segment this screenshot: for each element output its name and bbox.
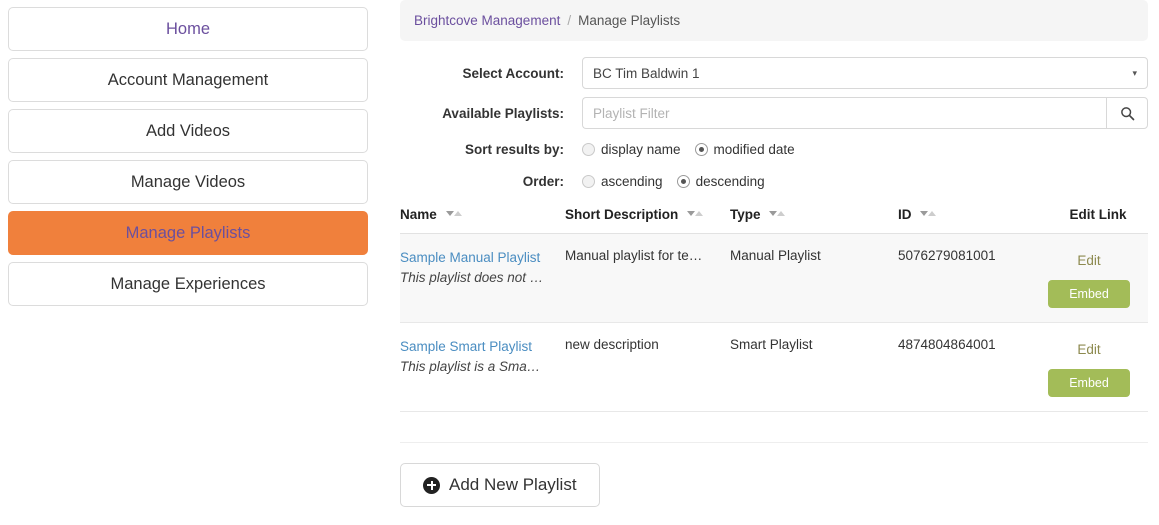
edit-link[interactable]: Edit: [1077, 342, 1100, 357]
sidebar-item-label: Manage Experiences: [110, 274, 266, 293]
sidebar-item-add-videos[interactable]: Add Videos: [8, 109, 368, 153]
radio-indicator-icon: [582, 174, 595, 188]
select-account-row: Select Account: BC Tim Baldwin 1 ▾: [400, 57, 1148, 89]
column-header-label: Type: [730, 207, 761, 222]
add-new-playlist-label: Add New Playlist: [449, 475, 577, 494]
cell-type: Smart Playlist: [730, 322, 898, 412]
radio-sort-modified-date[interactable]: modified date: [694, 141, 795, 157]
main-content: Brightcove Management / Manage Playlists…: [400, 0, 1148, 507]
playlist-name-link[interactable]: Sample Smart Playlist: [400, 337, 555, 357]
breadcrumb: Brightcove Management / Manage Playlists: [400, 0, 1148, 41]
playlists-table-body: Sample Manual Playlist This playlist doe…: [400, 233, 1148, 412]
sidebar-nav: Home Account Management Add Videos Manag…: [8, 7, 368, 313]
table-header-row: Name Short Description Type ID Edit Link: [400, 207, 1148, 234]
playlist-filter-form: Select Account: BC Tim Baldwin 1 ▾ Avail…: [400, 57, 1148, 193]
sort-results-by-label: Sort results by:: [464, 141, 564, 157]
sidebar-item-manage-playlists[interactable]: Manage Playlists: [8, 211, 368, 255]
add-new-playlist-button[interactable]: Add New Playlist: [400, 463, 600, 507]
search-icon: [1120, 106, 1135, 121]
select-account-value: BC Tim Baldwin 1: [593, 65, 700, 81]
cell-name: Sample Smart Playlist This playlist is a…: [400, 322, 565, 412]
sidebar-item-account-management[interactable]: Account Management: [8, 58, 368, 102]
cell-edit-link: Edit Embed: [1048, 322, 1148, 412]
column-header-id[interactable]: ID: [898, 207, 1048, 234]
playlist-subtitle: This playlist is a Sma…: [400, 358, 541, 374]
column-header-edit-link: Edit Link: [1048, 207, 1148, 234]
table-row: Sample Smart Playlist This playlist is a…: [400, 322, 1148, 412]
radio-label: ascending: [601, 173, 663, 189]
manage-playlists-page: Home Account Management Add Videos Manag…: [0, 0, 1159, 525]
playlist-subtitle: This playlist does not …: [400, 269, 544, 285]
column-header-label: Name: [400, 207, 437, 222]
embed-button[interactable]: Embed: [1048, 369, 1130, 397]
radio-indicator-icon: [582, 142, 595, 156]
order-row: Order: ascending descending: [400, 169, 1148, 193]
order-label: Order:: [522, 173, 564, 189]
breadcrumb-root-link[interactable]: Brightcove Management: [414, 13, 560, 28]
breadcrumb-current: Manage Playlists: [578, 13, 681, 28]
available-playlists-row: Available Playlists:: [400, 97, 1148, 129]
sidebar-item-label: Home: [165, 19, 210, 38]
radio-order-descending[interactable]: descending: [676, 173, 765, 189]
cell-id: 4874804864001: [898, 322, 1048, 412]
sidebar-item-manage-videos[interactable]: Manage Videos: [8, 160, 368, 204]
column-header-label: Short Description: [565, 207, 679, 222]
playlists-table-header: Name Short Description Type ID Edit Link: [400, 207, 1148, 234]
radio-sort-display-name[interactable]: display name: [582, 142, 681, 157]
sidebar-item-label: Add Videos: [145, 121, 231, 140]
column-header-label: ID: [898, 207, 912, 222]
select-account-dropdown[interactable]: BC Tim Baldwin 1 ▾: [582, 57, 1148, 89]
column-header-label: Edit Link: [1069, 207, 1127, 222]
available-playlists-label: Available Playlists:: [442, 105, 564, 121]
cell-id: 5076279081001: [898, 233, 1048, 323]
cell-type: Manual Playlist: [730, 233, 898, 323]
plus-circle-icon: [423, 476, 440, 494]
radio-label: descending: [695, 173, 765, 189]
sort-results-by-row: Sort results by: display name modified d…: [400, 137, 1148, 161]
search-button[interactable]: [1106, 97, 1148, 129]
footer-divider: [400, 442, 1148, 443]
playlists-table: Name Short Description Type ID Edit Link…: [400, 207, 1148, 412]
sort-arrows-icon[interactable]: [920, 209, 937, 218]
playlist-filter-group: [582, 97, 1148, 129]
cell-short-description: new description: [565, 322, 730, 412]
cell-name: Sample Manual Playlist This playlist doe…: [400, 233, 565, 323]
sort-arrows-icon[interactable]: [769, 209, 786, 218]
sidebar-item-home[interactable]: Home: [8, 7, 368, 51]
radio-label: display name: [601, 141, 681, 157]
cell-edit-link: Edit Embed: [1048, 233, 1148, 323]
column-header-type[interactable]: Type: [730, 207, 898, 234]
embed-button[interactable]: Embed: [1048, 280, 1130, 308]
radio-indicator-icon: [694, 142, 708, 156]
sidebar-item-label: Account Management: [107, 70, 269, 89]
sidebar-item-label: Manage Playlists: [125, 223, 251, 242]
column-header-short-description[interactable]: Short Description: [565, 207, 730, 234]
table-row: Sample Manual Playlist This playlist doe…: [400, 233, 1148, 323]
column-header-name[interactable]: Name: [400, 207, 565, 234]
sidebar-item-manage-experiences[interactable]: Manage Experiences: [8, 262, 368, 306]
radio-indicator-icon: [676, 174, 690, 188]
radio-label: modified date: [713, 141, 795, 157]
cell-short-description: Manual playlist for te…: [565, 233, 730, 323]
select-account-label: Select Account:: [462, 65, 564, 81]
sort-arrows-icon[interactable]: [445, 209, 462, 218]
edit-link[interactable]: Edit: [1077, 253, 1100, 268]
sidebar-item-label: Manage Videos: [130, 172, 246, 191]
breadcrumb-separator: /: [567, 13, 572, 28]
playlist-filter-input[interactable]: [582, 97, 1106, 129]
playlist-name-link[interactable]: Sample Manual Playlist: [400, 248, 555, 268]
radio-order-ascending[interactable]: ascending: [582, 174, 663, 189]
sort-arrows-icon[interactable]: [687, 209, 704, 218]
chevron-down-icon: ▾: [1132, 67, 1137, 78]
